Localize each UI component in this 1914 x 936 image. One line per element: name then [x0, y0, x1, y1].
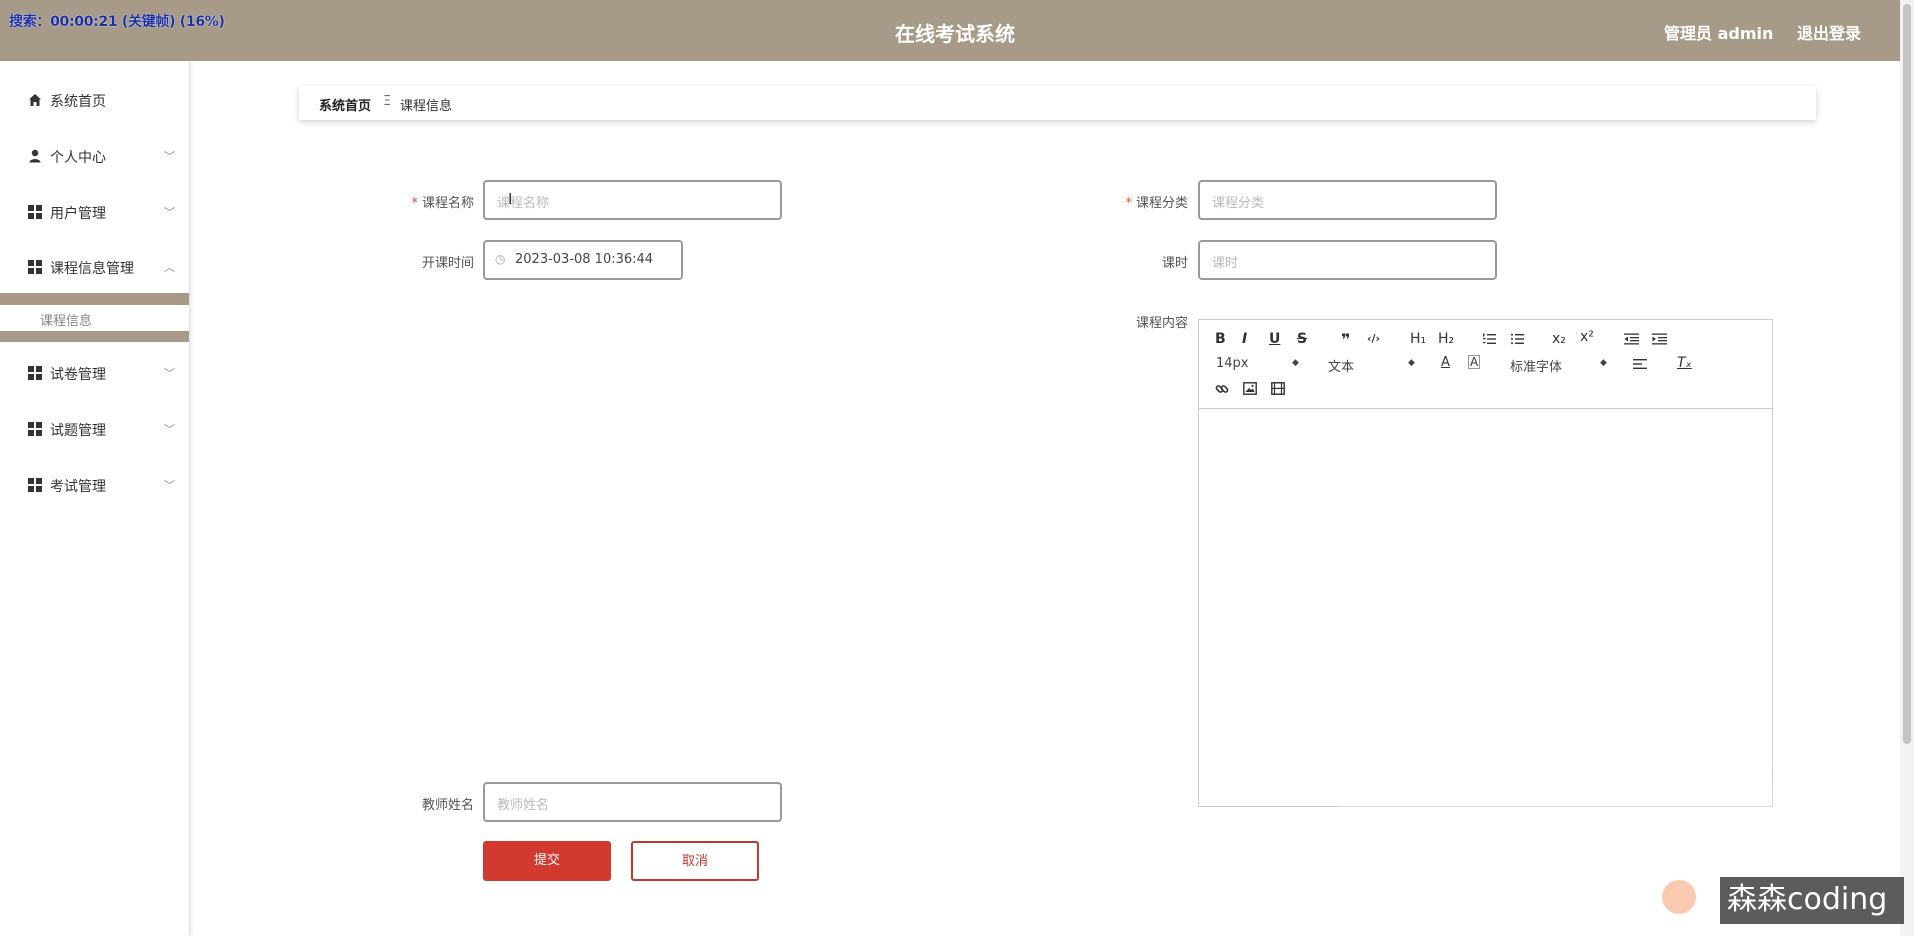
- app-title: 在线考试系统: [895, 22, 1015, 46]
- top-header: 搜索：00:00:21 (关键帧) (16%) 在线考试系统 管理员 admin…: [0, 0, 1914, 61]
- hours-placeholder: 课时: [1212, 256, 1239, 271]
- chevron-down-icon: ﹀: [164, 206, 175, 219]
- course-category-input[interactable]: 课程分类: [1198, 180, 1497, 220]
- course-name-label: * 课程名称: [411, 196, 474, 211]
- background-color-button[interactable]: A: [1468, 355, 1481, 369]
- h1-button[interactable]: H₁: [1410, 331, 1426, 347]
- sidebar-item-papers[interactable]: 试卷管理 ﹀: [0, 353, 189, 393]
- clock-icon: ◷: [495, 252, 506, 266]
- teacher-name-label: 教师姓名: [421, 798, 474, 813]
- underline-button[interactable]: U: [1269, 331, 1280, 347]
- grid-icon: [28, 478, 42, 492]
- chevron-down-icon: ﹀: [164, 423, 175, 436]
- ordered-list-icon[interactable]: [1482, 333, 1496, 345]
- start-time-picker[interactable]: ◷ 2023-03-08 10:36:44: [483, 240, 683, 280]
- select-arrow-icon: ◆: [1600, 358, 1607, 368]
- breadcrumb-home[interactable]: 系统首页: [319, 95, 371, 114]
- sidebar-item-questions[interactable]: 试题管理 ﹀: [0, 409, 189, 449]
- breadcrumb: 系统首页 Ξ 课程信息: [299, 86, 1816, 120]
- breadcrumb-current: 课程信息: [400, 99, 453, 114]
- hours-label: 课时: [1161, 256, 1188, 271]
- chevron-down-icon: ﹀: [164, 479, 175, 492]
- current-user: 管理员 admin: [1664, 24, 1774, 43]
- editor-content-area[interactable]: [1199, 410, 1772, 806]
- watermark: 森森coding: [1720, 877, 1904, 924]
- superscript-button[interactable]: x²: [1580, 329, 1594, 345]
- home-icon: [29, 94, 41, 106]
- grid-icon: [28, 366, 42, 380]
- grid-icon: [28, 205, 42, 219]
- course-category-placeholder: 课程分类: [1212, 196, 1265, 211]
- video-icon[interactable]: [1271, 382, 1285, 395]
- scrollbar-thumb[interactable]: [1903, 4, 1911, 744]
- breadcrumb-separator-icon: Ξ: [383, 94, 392, 109]
- select-arrow-icon: ◆: [1408, 358, 1415, 368]
- sidebar: 系统首页 个人中心 ﹀ 用户管理 ﹀ 课程信息管理 ︿ 课程信息 试卷管理 ﹀ …: [0, 61, 190, 936]
- chevron-down-icon: ﹀: [164, 367, 175, 380]
- grid-icon: [28, 422, 42, 436]
- submit-button[interactable]: 提交: [483, 841, 611, 881]
- h2-button[interactable]: H₂: [1438, 331, 1454, 347]
- sidebar-item-personal[interactable]: 个人中心 ﹀: [0, 136, 189, 176]
- font-size-select[interactable]: 14px ◆: [1216, 356, 1299, 371]
- start-time-value: 2023-03-08 10:36:44: [515, 252, 654, 267]
- required-mark: *: [411, 196, 418, 211]
- editor-toolbar: B I U S ❞ ‹/› H₁ H₂ x₂ x² 14px ◆ 文本 ◆ A A …: [1199, 320, 1772, 409]
- font-color-button[interactable]: A: [1441, 355, 1450, 370]
- indent-icon[interactable]: [1652, 333, 1667, 345]
- bullet-list-icon[interactable]: [1510, 333, 1524, 345]
- start-time-label: 开课时间: [421, 256, 474, 271]
- hours-input[interactable]: 课时: [1198, 240, 1497, 280]
- italic-button[interactable]: I: [1242, 331, 1247, 347]
- user-icon: [29, 149, 41, 163]
- course-name-input[interactable]: 课程名称 I: [483, 180, 782, 220]
- chevron-up-icon: ︿: [164, 261, 175, 274]
- sidebar-item-users[interactable]: 用户管理 ﹀: [0, 192, 189, 232]
- logout-link[interactable]: 退出登录: [1797, 20, 1861, 44]
- required-mark: *: [1125, 196, 1132, 211]
- code-block-button[interactable]: ‹/›: [1367, 332, 1380, 345]
- sidebar-item-label: 系统首页: [50, 94, 106, 110]
- paragraph-select[interactable]: 文本 ◆: [1328, 356, 1415, 375]
- submenu-divider: [0, 293, 189, 305]
- cancel-button[interactable]: 取消: [631, 841, 759, 881]
- bold-button[interactable]: B: [1215, 331, 1226, 347]
- submenu-divider: [0, 331, 189, 342]
- teacher-name-placeholder: 教师姓名: [497, 798, 550, 813]
- strike-button[interactable]: S: [1297, 331, 1307, 347]
- teacher-name-input[interactable]: 教师姓名: [483, 782, 782, 822]
- sidebar-item-label: 考试管理: [50, 479, 106, 495]
- sidebar-subitem-course-info[interactable]: 课程信息: [0, 305, 189, 331]
- watermark-logo: [1662, 880, 1696, 914]
- chevron-down-icon: ﹀: [164, 150, 175, 163]
- sidebar-item-label: 个人中心: [50, 150, 106, 166]
- sidebar-item-course-management[interactable]: 课程信息管理 ︿: [0, 247, 189, 287]
- sidebar-item-label: 用户管理: [50, 206, 106, 222]
- sidebar-item-label: 试题管理: [50, 423, 106, 439]
- page-scrollbar[interactable]: [1900, 0, 1914, 936]
- link-icon[interactable]: [1215, 382, 1229, 396]
- align-icon[interactable]: [1633, 358, 1647, 370]
- quote-button[interactable]: ❞: [1341, 330, 1350, 349]
- text-cursor-icon: I: [508, 190, 513, 208]
- subscript-button[interactable]: x₂: [1552, 331, 1566, 347]
- select-arrow-icon: ◆: [1292, 358, 1299, 368]
- course-category-label: * 课程分类: [1125, 196, 1188, 211]
- image-icon[interactable]: [1243, 382, 1257, 395]
- course-name-placeholder: 课程名称: [497, 196, 550, 211]
- course-content-editor: B I U S ❞ ‹/› H₁ H₂ x₂ x² 14px ◆ 文本 ◆ A A …: [1198, 319, 1773, 807]
- sidebar-subitem-label: 课程信息: [40, 314, 93, 329]
- sidebar-item-label: 试卷管理: [50, 367, 106, 383]
- course-content-label: 课程内容: [1135, 316, 1188, 331]
- clear-format-button[interactable]: Tₓ: [1677, 355, 1692, 371]
- grid-icon: [28, 260, 42, 274]
- sidebar-item-exams[interactable]: 考试管理 ﹀: [0, 465, 189, 505]
- outdent-icon[interactable]: [1624, 333, 1639, 345]
- font-family-select[interactable]: 标准字体 ◆: [1510, 356, 1607, 375]
- sidebar-item-label: 课程信息管理: [50, 261, 134, 277]
- sidebar-item-home[interactable]: 系统首页: [0, 80, 189, 120]
